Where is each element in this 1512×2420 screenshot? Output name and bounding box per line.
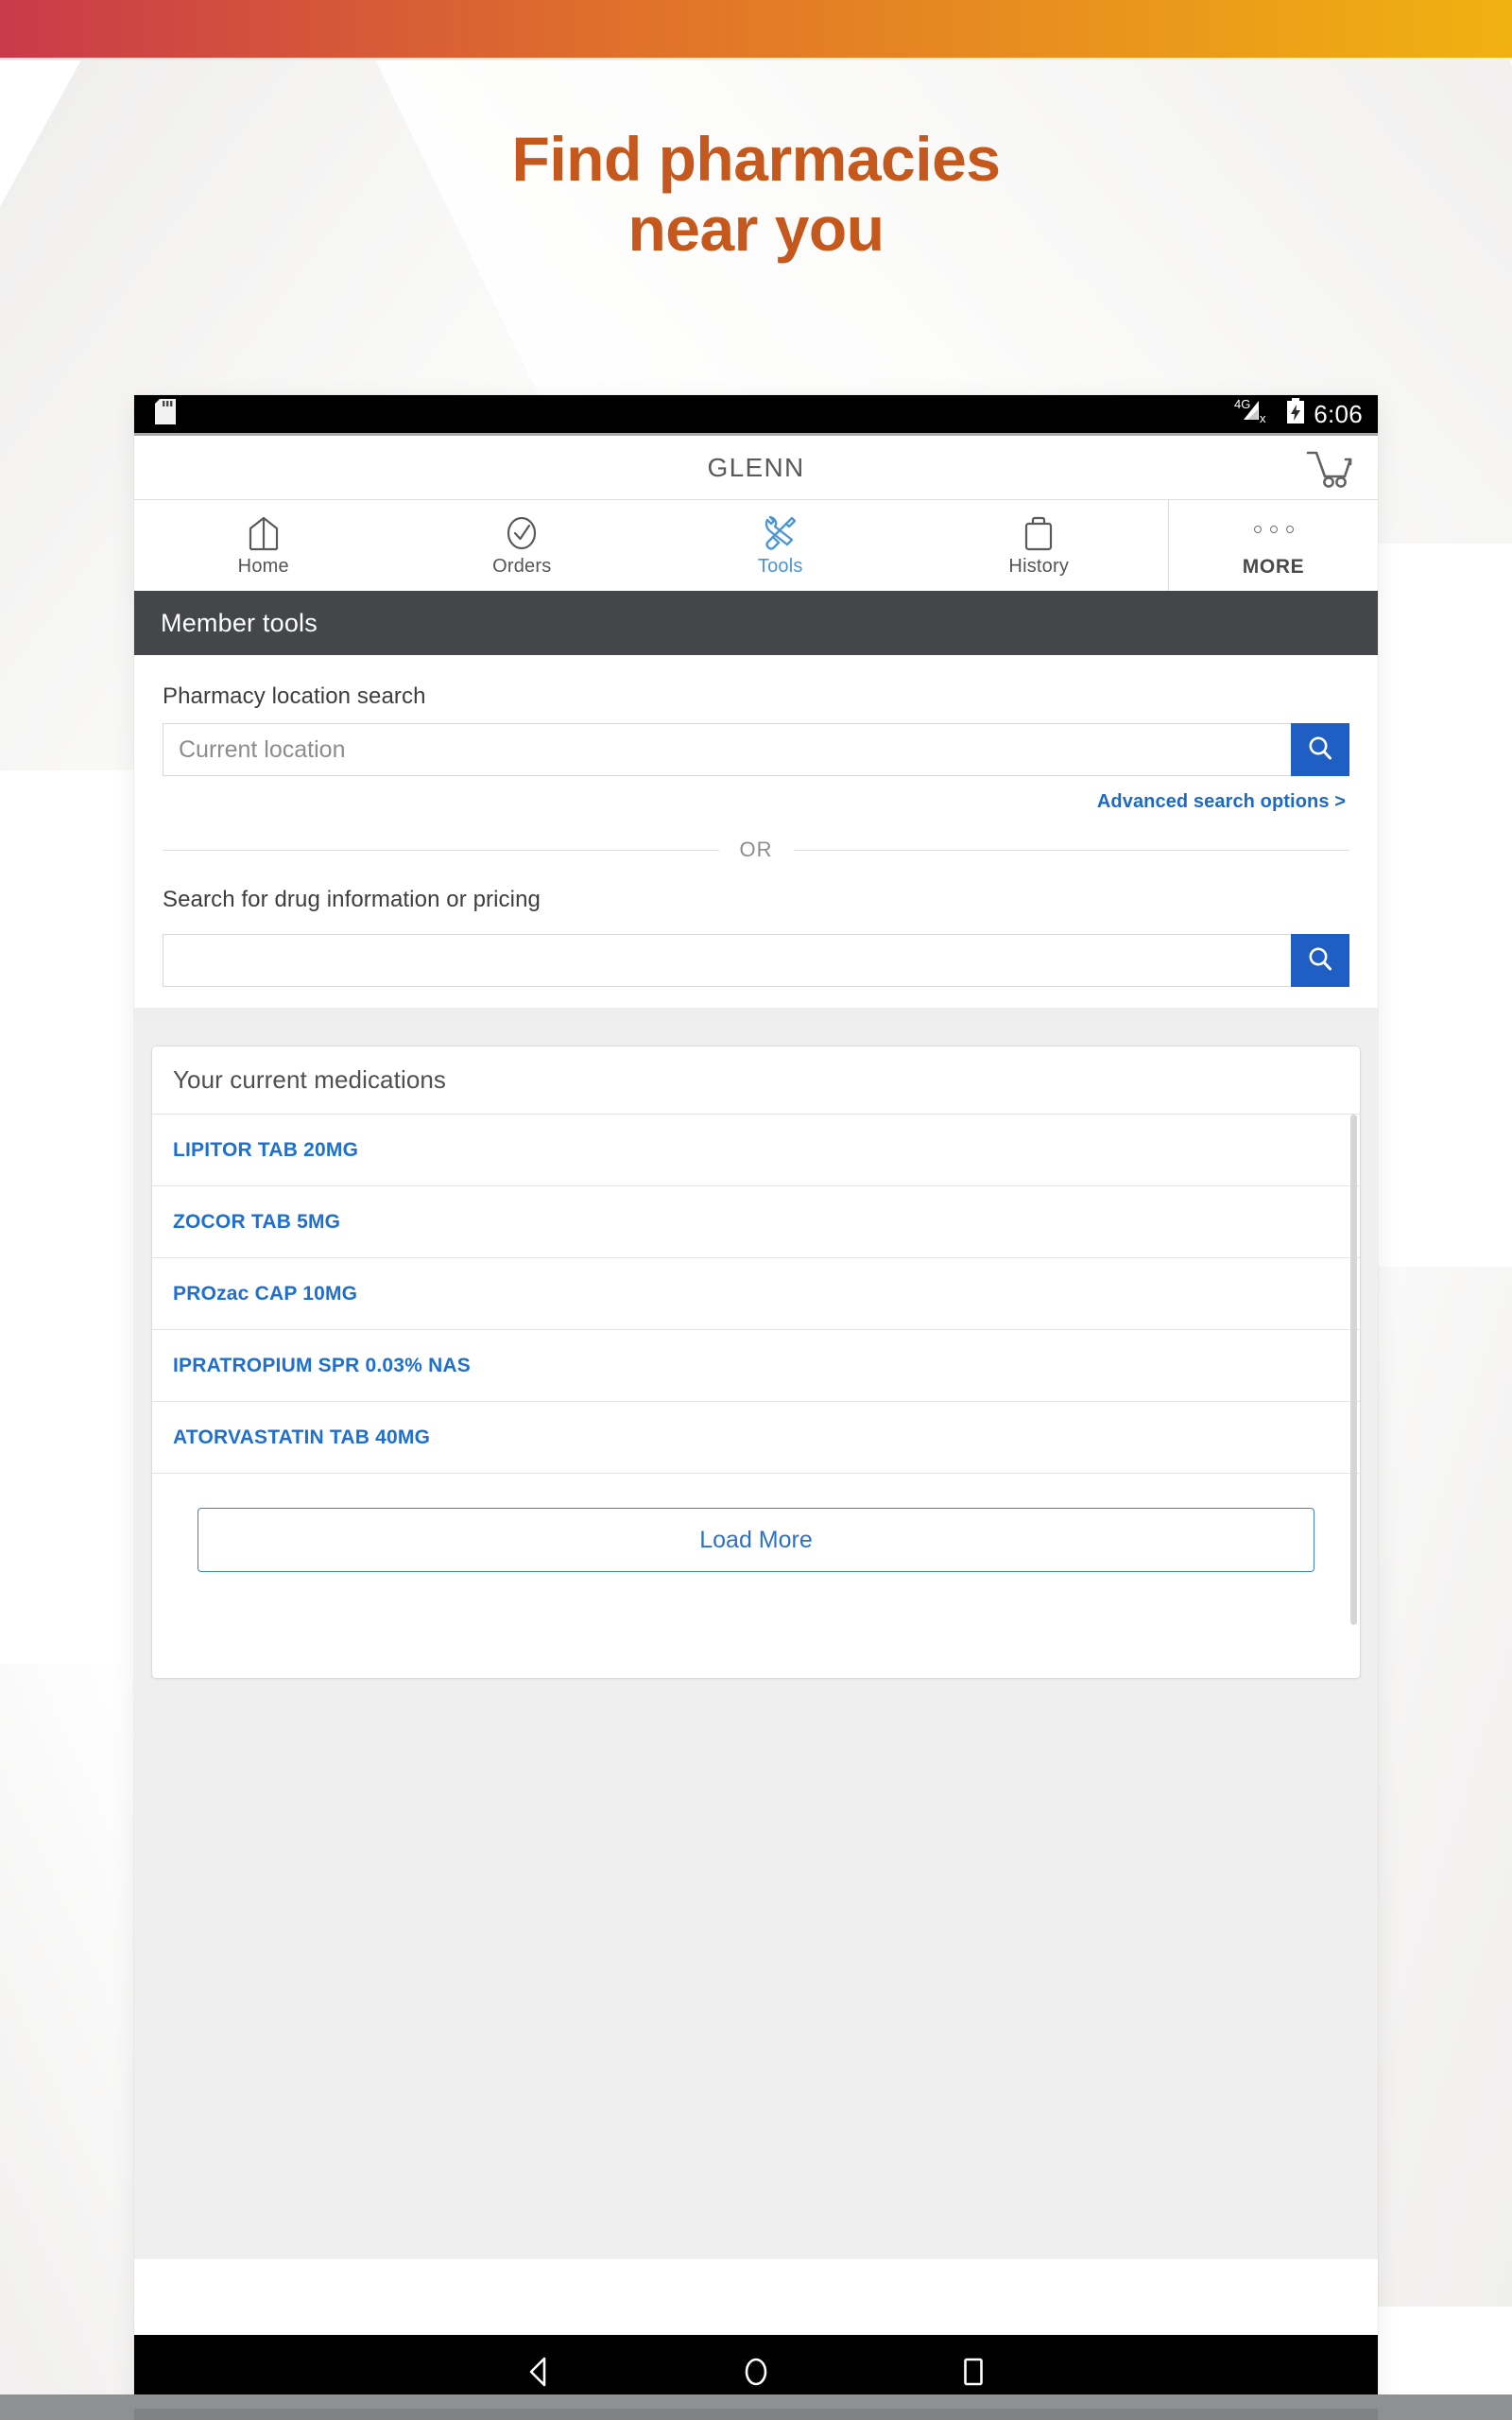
or-label: OR <box>739 838 773 861</box>
drug-search-input[interactable] <box>163 934 1291 987</box>
tab-history-label: History <box>1008 556 1070 577</box>
advanced-search-options-link[interactable]: Advanced search options > <box>1097 791 1346 813</box>
medications-card-header: Your current medications <box>152 1046 1360 1115</box>
tab-history[interactable]: History <box>910 500 1169 591</box>
pharmacy-location-label: Pharmacy location search <box>163 683 426 709</box>
tab-home[interactable]: Home <box>134 500 393 591</box>
promo-page: Find pharmacies near you 4G x 6:06 GLENN… <box>0 0 1512 2420</box>
medication-link[interactable]: IPRATROPIUM SPR 0.03% NAS <box>173 1355 471 1377</box>
status-bar-left <box>155 399 176 429</box>
page-title-line-2: near you <box>627 193 885 264</box>
list-item[interactable]: ATORVASTATIN TAB 40MG <box>152 1402 1360 1474</box>
medication-link[interactable]: PROzac CAP 10MG <box>173 1283 357 1305</box>
divider-rule-right <box>793 849 1349 851</box>
top-gradient-bar <box>0 0 1512 58</box>
status-bar-clock: 6:06 <box>1314 399 1363 428</box>
medication-link[interactable]: ATORVASTATIN TAB 40MG <box>173 1426 430 1449</box>
pharmacy-location-search-button[interactable] <box>1291 723 1349 776</box>
medications-area-tail <box>134 1938 1378 2259</box>
panel-spacer <box>134 1008 1378 1025</box>
search-panel: Pharmacy location search Advanced search… <box>134 655 1378 1008</box>
page-title: Find pharmacies near you <box>0 124 1512 265</box>
drug-search-panel: Search for drug information or pricing <box>163 862 1349 987</box>
device-screenshot: 4G x 6:06 GLENN Home Orders Tools Histor… <box>134 395 1378 2409</box>
home-icon <box>245 513 283 551</box>
status-bar-right: 4G x 6:06 <box>1234 397 1363 432</box>
section-header: Member tools <box>134 591 1378 655</box>
list-item[interactable]: PROzac CAP 10MG <box>152 1258 1360 1330</box>
device-foot-shadow <box>134 2409 1378 2420</box>
pharmacy-location-search-row <box>163 723 1349 776</box>
medications-card: Your current medications LIPITOR TAB 20M… <box>151 1046 1361 1679</box>
top-gradient-hairline <box>0 58 1512 60</box>
android-status-bar: 4G x 6:06 <box>134 395 1378 433</box>
shopping-cart-icon[interactable] <box>1304 446 1357 490</box>
app-title: GLENN <box>707 452 805 482</box>
drug-search-button[interactable] <box>1291 934 1349 987</box>
svg-text:x: x <box>1260 411 1266 425</box>
main-tab-bar: Home Orders Tools History MORE <box>134 500 1378 591</box>
medications-card-footer: Load More <box>152 1474 1360 1572</box>
drug-search-row <box>163 934 1349 987</box>
tools-icon <box>761 513 800 551</box>
advanced-search-row: Advanced search options > <box>163 791 1349 813</box>
tab-tools[interactable]: Tools <box>651 500 910 591</box>
medication-link[interactable]: ZOCOR TAB 5MG <box>173 1211 340 1234</box>
tab-more[interactable]: MORE <box>1168 500 1378 591</box>
bottom-white-strip <box>134 2259 1378 2335</box>
section-title: Member tools <box>161 608 318 637</box>
medications-area: Your current medications LIPITOR TAB 20M… <box>134 1025 1378 1938</box>
signal-no-service-icon: 4G x <box>1234 397 1278 432</box>
battery-charging-icon <box>1286 397 1305 431</box>
search-icon <box>1305 734 1335 767</box>
medications-card-title: Your current medications <box>173 1065 447 1094</box>
check-circle-icon <box>503 513 541 551</box>
tab-more-label: MORE <box>1242 555 1305 578</box>
load-more-button[interactable]: Load More <box>198 1508 1314 1572</box>
list-item[interactable]: IPRATROPIUM SPR 0.03% NAS <box>152 1330 1360 1402</box>
page-title-line-1: Find pharmacies <box>511 124 1002 194</box>
medications-scrollbar[interactable] <box>1350 1115 1357 1625</box>
svg-text:4G: 4G <box>1234 397 1250 411</box>
drug-search-label: Search for drug information or pricing <box>163 887 541 912</box>
list-item[interactable]: LIPITOR TAB 20MG <box>152 1115 1360 1186</box>
list-item[interactable]: ZOCOR TAB 5MG <box>152 1186 1360 1258</box>
divider-rule-left <box>163 849 719 851</box>
briefcase-icon <box>1020 513 1057 551</box>
tab-orders-label: Orders <box>492 556 552 577</box>
pharmacy-location-input[interactable] <box>163 723 1291 776</box>
search-icon <box>1305 944 1335 977</box>
or-divider: OR <box>163 838 1349 862</box>
tab-home-label: Home <box>237 556 289 577</box>
more-dots-icon <box>1253 513 1294 551</box>
medication-link[interactable]: LIPITOR TAB 20MG <box>173 1139 358 1162</box>
tab-orders[interactable]: Orders <box>393 500 652 591</box>
sd-card-icon <box>155 399 176 429</box>
app-title-bar: GLENN <box>134 436 1378 500</box>
tab-tools-label: Tools <box>757 556 803 577</box>
